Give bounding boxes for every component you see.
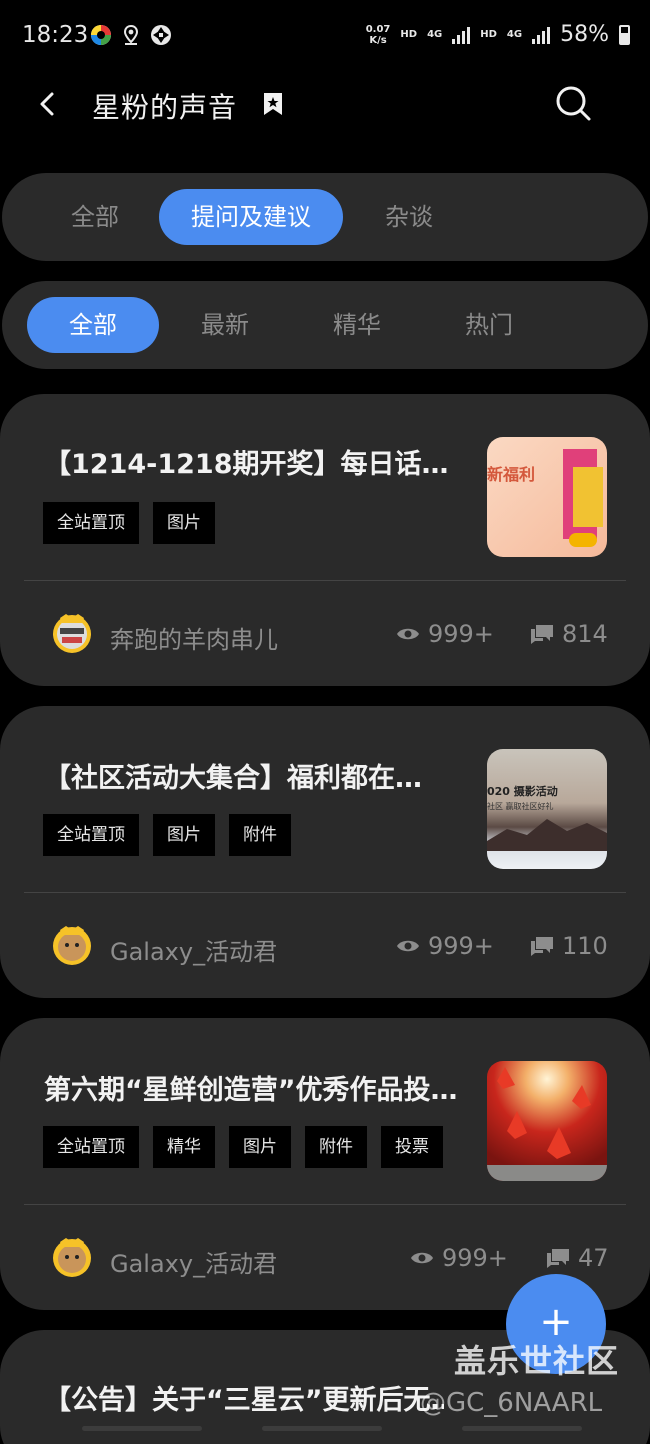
filter-featured[interactable]: 精华 bbox=[291, 297, 423, 353]
tag-vote: 投票 bbox=[381, 1126, 443, 1168]
filter-hot[interactable]: 热门 bbox=[423, 297, 555, 353]
divider bbox=[24, 892, 626, 893]
comment-count: 110 bbox=[530, 932, 608, 960]
post-thumbnail: 020 摄影活动 社区 赢取社区好礼 bbox=[487, 749, 607, 869]
tag-pinned: 全站置顶 bbox=[43, 1126, 139, 1168]
tag-attachment: 附件 bbox=[229, 814, 291, 856]
view-count: 999+ bbox=[410, 1244, 508, 1272]
eye-icon bbox=[397, 940, 419, 952]
comment-count: 47 bbox=[546, 1244, 609, 1272]
nav-indicator bbox=[462, 1426, 582, 1431]
status-right: 0.07 K/s HD 4G HD 4G 58% bbox=[366, 22, 630, 47]
post-title: 第六期“星鲜创造营”优秀作品投… bbox=[44, 1075, 458, 1106]
post-card[interactable]: 第六期“星鲜创造营”优秀作品投… 全站置顶 精华 图片 附件 投票 Galaxy… bbox=[0, 1018, 650, 1310]
watermark: 盖乐世社区 bbox=[454, 1342, 620, 1380]
tag-image: 图片 bbox=[229, 1126, 291, 1168]
eye-icon bbox=[411, 1252, 433, 1264]
tag-featured: 精华 bbox=[153, 1126, 215, 1168]
network-speed-unit: K/s bbox=[369, 34, 387, 46]
post-title: 【公告】关于“三星云”更新后无… bbox=[44, 1385, 444, 1416]
app-pinwheel-icon bbox=[91, 25, 111, 45]
view-count-value: 999+ bbox=[428, 620, 494, 648]
post-card[interactable]: 【1214-1218期开奖】每日话… 全站置顶 图片 新福利 奔跑的羊肉串儿 9… bbox=[0, 394, 650, 686]
filter-latest[interactable]: 最新 bbox=[159, 297, 291, 353]
status-bar: 18:23 0.07 K/s HD 4G HD 4G 58% bbox=[0, 0, 650, 76]
post-thumbnail bbox=[487, 1061, 607, 1181]
tag-pinned: 全站置顶 bbox=[43, 502, 139, 544]
post-thumbnail: 新福利 bbox=[487, 437, 607, 557]
author-name[interactable]: 奔跑的羊肉串儿 bbox=[110, 620, 278, 655]
bookmark-star-icon[interactable] bbox=[262, 92, 284, 116]
filter-tab-bar: 全部 最新 精华 热门 bbox=[2, 281, 648, 369]
eye-icon bbox=[397, 628, 419, 640]
tag-image: 图片 bbox=[153, 814, 215, 856]
view-count-value: 999+ bbox=[428, 932, 494, 960]
network-type-1: 4G bbox=[427, 29, 443, 40]
author-name[interactable]: Galaxy_活动君 bbox=[110, 932, 277, 967]
view-count: 999+ bbox=[396, 620, 494, 648]
comment-count-value: 814 bbox=[562, 620, 608, 648]
post-card[interactable]: 【社区活动大集合】福利都在… 全站置顶 图片 附件 020 摄影活动 社区 赢取… bbox=[0, 706, 650, 998]
comment-icon bbox=[531, 625, 553, 644]
app-bar: 星粉的声音 bbox=[0, 76, 650, 136]
battery-icon bbox=[619, 24, 630, 45]
battery-percent: 58% bbox=[560, 22, 609, 47]
post-tags: 全站置顶 精华 图片 附件 投票 bbox=[43, 1126, 443, 1168]
comment-count-value: 47 bbox=[578, 1244, 609, 1272]
hd-label-2: HD bbox=[480, 29, 497, 40]
thumbnail-caption: 020 摄影活动 bbox=[487, 785, 558, 798]
category-tab-bar: 全部 提问及建议 杂谈 bbox=[2, 173, 648, 261]
filter-all[interactable]: 全部 bbox=[27, 297, 159, 353]
tag-pinned: 全站置顶 bbox=[43, 814, 139, 856]
tag-image: 图片 bbox=[153, 502, 215, 544]
view-count-value: 999+ bbox=[442, 1244, 508, 1272]
notification-icons bbox=[90, 24, 172, 46]
tab-chat[interactable]: 杂谈 bbox=[354, 189, 464, 245]
network-type-2: 4G bbox=[506, 29, 523, 40]
nav-indicator bbox=[82, 1426, 202, 1431]
thumbnail-caption: 新福利 bbox=[487, 465, 536, 484]
aperture-icon bbox=[151, 25, 171, 45]
back-arrow-icon[interactable] bbox=[30, 84, 70, 124]
divider bbox=[24, 580, 626, 581]
network-speed: 0.07 K/s bbox=[366, 24, 391, 46]
signal-icon-2 bbox=[532, 26, 551, 44]
nav-indicator bbox=[262, 1426, 382, 1431]
comment-count: 814 bbox=[530, 620, 608, 648]
network-speed-value: 0.07 bbox=[365, 23, 391, 35]
divider bbox=[24, 1204, 626, 1205]
watermark-handle: @GC_6NAARL bbox=[420, 1388, 603, 1418]
hd-label-1: HD bbox=[400, 29, 418, 40]
post-title: 【社区活动大集合】福利都在… bbox=[44, 763, 422, 794]
signal-icon-1 bbox=[452, 26, 471, 44]
post-tags: 全站置顶 图片 bbox=[43, 502, 215, 544]
location-pin-icon bbox=[123, 24, 139, 45]
avatar-crown[interactable] bbox=[50, 610, 94, 654]
comment-icon bbox=[547, 1249, 569, 1268]
post-title: 【1214-1218期开奖】每日话… bbox=[44, 449, 449, 480]
tab-all-category[interactable]: 全部 bbox=[40, 189, 150, 245]
avatar-crown[interactable] bbox=[50, 1234, 94, 1278]
page-title: 星粉的声音 bbox=[92, 91, 238, 124]
view-count: 999+ bbox=[396, 932, 494, 960]
comment-icon bbox=[531, 937, 553, 956]
comment-count-value: 110 bbox=[562, 932, 608, 960]
author-name[interactable]: Galaxy_活动君 bbox=[110, 1244, 277, 1279]
post-tags: 全站置顶 图片 附件 bbox=[43, 814, 291, 856]
avatar-crown[interactable] bbox=[50, 922, 94, 966]
tab-questions-suggestions[interactable]: 提问及建议 bbox=[159, 189, 343, 245]
search-icon[interactable] bbox=[554, 84, 594, 124]
status-time: 18:23 bbox=[22, 22, 89, 48]
tag-attachment: 附件 bbox=[305, 1126, 367, 1168]
